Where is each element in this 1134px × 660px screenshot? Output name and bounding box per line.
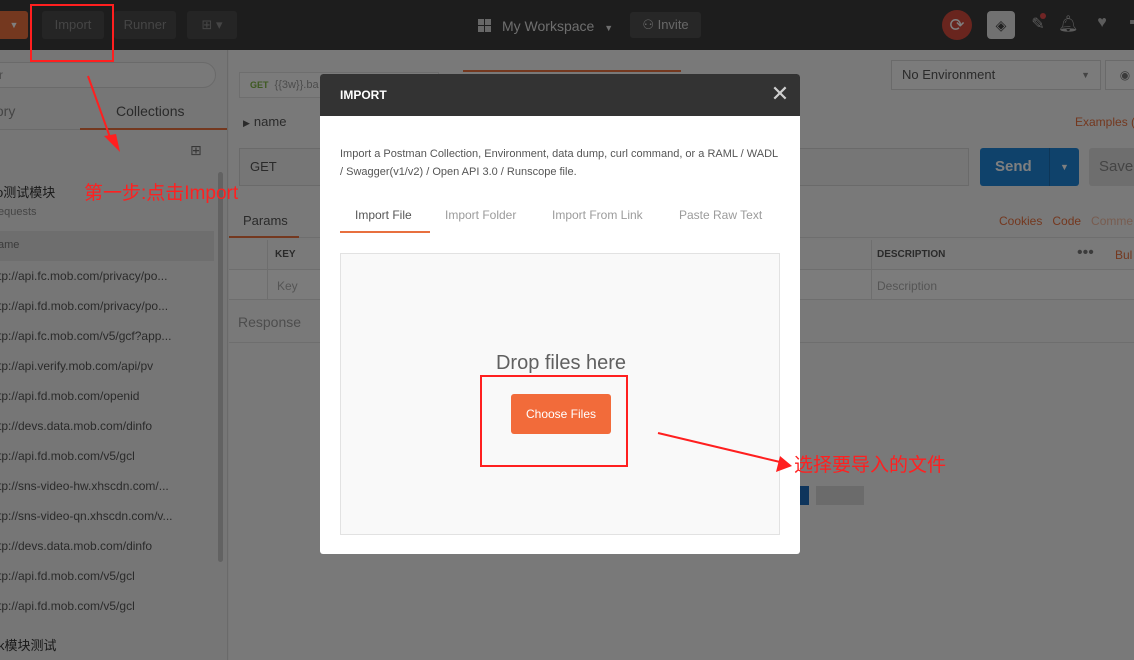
arrowhead-2 (776, 456, 792, 472)
arrow-line-1 (87, 75, 112, 141)
annotation-arrows (87, 75, 792, 472)
arrow-line-2 (657, 432, 781, 463)
arrowhead-1 (104, 134, 120, 152)
